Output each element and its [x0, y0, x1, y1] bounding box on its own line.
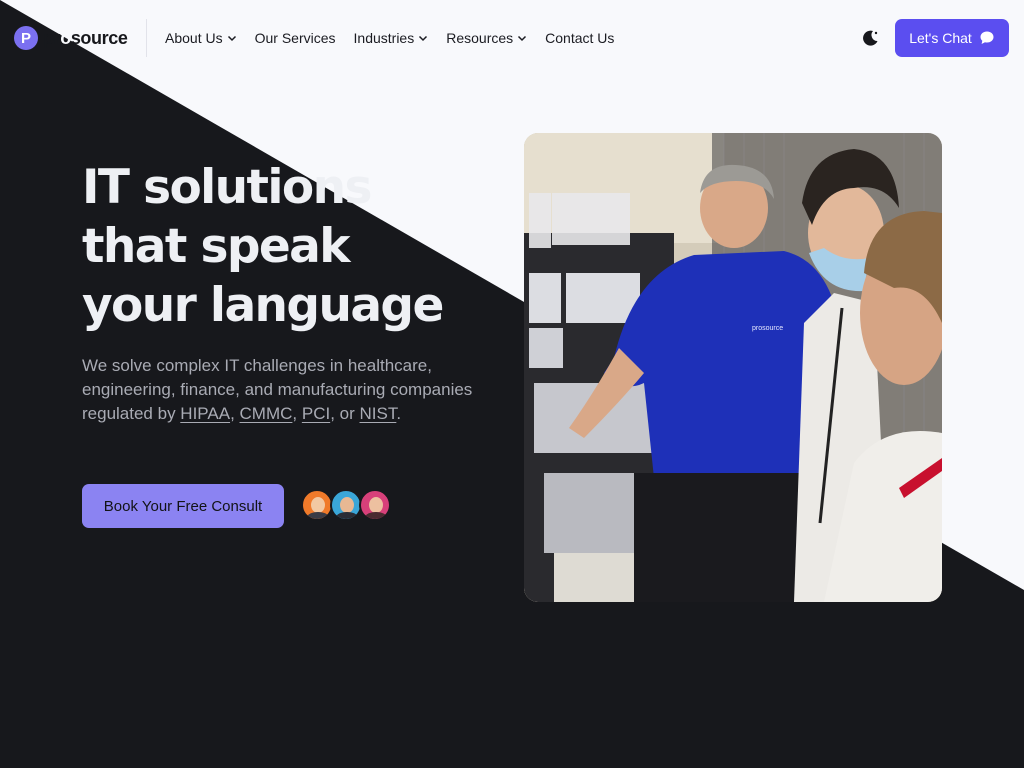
hero-title-line: that speak — [82, 219, 351, 274]
chevron-down-icon — [518, 35, 527, 42]
link-hipaa[interactable]: HIPAA — [180, 404, 230, 423]
nav-item-about-us[interactable]: About Us — [165, 30, 237, 46]
team-avatar-1 — [301, 489, 333, 521]
hero-description: We solve complex IT challenges in health… — [82, 356, 473, 423]
nav-links: About Us Our Services Industries Resourc… — [165, 30, 614, 46]
logo-mark-icon: P — [14, 26, 38, 50]
hero-title-line: your language — [82, 278, 444, 333]
logo[interactable]: P prosource — [14, 26, 128, 50]
chat-bubble-icon — [980, 31, 994, 44]
nav-item-industries[interactable]: Industries — [354, 30, 429, 46]
lets-chat-button[interactable]: Let's Chat — [895, 19, 1009, 57]
top-nav: P prosource About Us Our Services Indust… — [0, 0, 1024, 76]
nav-divider — [146, 19, 147, 57]
nav-item-resources[interactable]: Resources — [446, 30, 527, 46]
hero-photo: prosource — [524, 133, 942, 602]
hero-title-line: IT solutions — [82, 160, 372, 215]
link-nist[interactable]: NIST — [360, 404, 397, 423]
book-consult-button[interactable]: Book Your Free Consult — [82, 484, 284, 528]
nav-item-our-services[interactable]: Our Services — [255, 30, 336, 46]
photo-shirt-logo: prosource — [752, 325, 783, 332]
team-avatar-2 — [330, 489, 362, 521]
team-avatars — [301, 489, 391, 521]
link-cmmc[interactable]: CMMC — [240, 404, 293, 423]
link-pci[interactable]: PCI — [302, 404, 330, 423]
hero-title: IT solutions that speak your language — [82, 158, 522, 335]
team-avatar-3 — [359, 489, 391, 521]
chevron-down-icon — [227, 35, 236, 42]
logo-text: prosource — [43, 27, 128, 48]
chevron-down-icon — [419, 35, 428, 42]
hero-photo-illustration: prosource — [524, 133, 942, 602]
moon-icon[interactable] — [860, 28, 880, 48]
nav-item-contact-us[interactable]: Contact Us — [545, 30, 614, 46]
